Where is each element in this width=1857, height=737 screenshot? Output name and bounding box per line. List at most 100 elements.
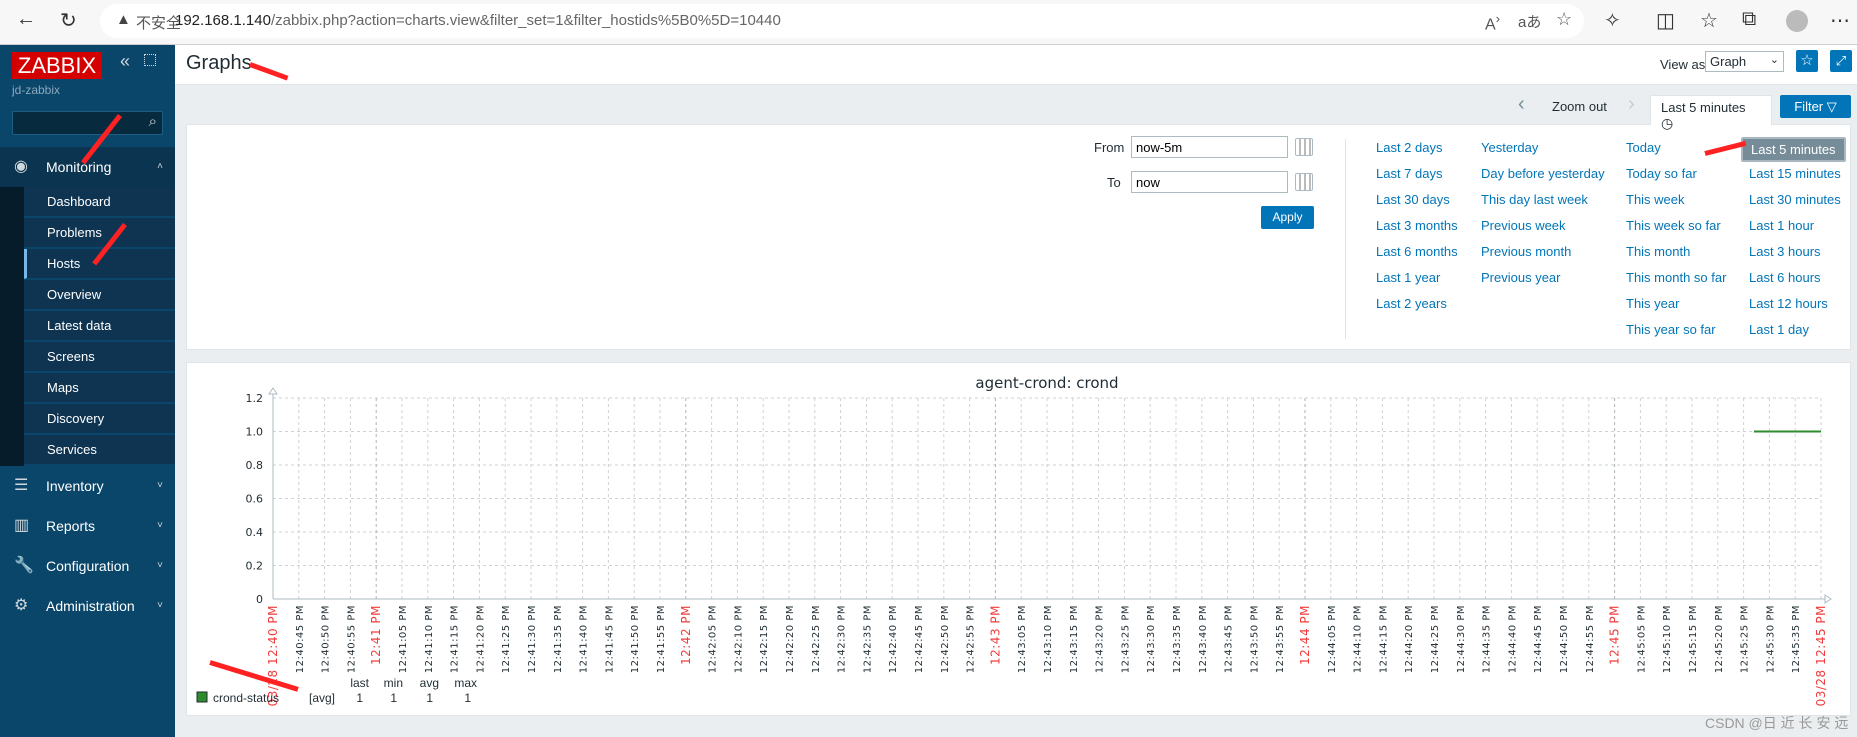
x-tick-label: 12:44:45 PM [1533, 605, 1544, 673]
y-axis-arrow [268, 387, 278, 395]
quick-range-link[interactable]: Last 6 months [1376, 244, 1458, 259]
sidebar-item-overview[interactable]: Overview [24, 280, 175, 310]
search-icon[interactable]: ⌕ [149, 113, 157, 130]
quick-range-link[interactable]: Last 3 hours [1749, 244, 1821, 259]
calendar-icon[interactable] [1295, 173, 1313, 191]
quick-range-link[interactable]: This week [1626, 192, 1685, 207]
graph-chart: agent-crond: crond 0 0.2 0.4 0.6 0.8 1.0 1.2 03/… [196, 374, 1832, 706]
graph-panel: agent-crond: crond 0 0.2 0.4 0.6 0.8 1.0 1.2 03/… [186, 362, 1851, 716]
url-text[interactable]: 192.168.1.140/zabbix.php?action=charts.v… [175, 12, 781, 29]
quick-range-link[interactable]: Today [1626, 140, 1661, 155]
legend-header: min [384, 676, 403, 690]
x-tick-label: 12:45:25 PM [1740, 605, 1751, 673]
quick-range-link[interactable]: Last 5 minutes [1741, 137, 1846, 162]
split-screen-icon[interactable]: ◫ [1656, 8, 1675, 33]
x-tick-label: 12:42 PM [679, 605, 693, 665]
sidebar-menu-configuration[interactable]: 🔧 Configuration ˅ [0, 546, 175, 586]
x-tick-label: 12:44:35 PM [1482, 605, 1493, 673]
x-tick-label: 12:44 PM [1298, 605, 1312, 665]
filter-icon: ▽ [1826, 99, 1837, 114]
x-tick-label: 12:44:20 PM [1404, 605, 1415, 673]
warning-icon: ▲ [116, 11, 131, 28]
x-tick-label: 12:40:55 PM [346, 605, 357, 673]
quick-range-link[interactable]: Today so far [1626, 166, 1697, 181]
quick-range-link[interactable]: Previous month [1481, 244, 1571, 259]
kiosk-mode-icon[interactable] [144, 54, 156, 66]
x-tick-label: 12:43:45 PM [1224, 605, 1235, 673]
quick-range-link[interactable]: Last 2 years [1376, 296, 1447, 311]
collapse-sidebar-icon[interactable]: « [120, 51, 130, 72]
quick-range-link[interactable]: Last 2 days [1376, 140, 1443, 155]
quick-range-link[interactable]: This day last week [1481, 192, 1588, 207]
sidebar-item-dashboard[interactable]: Dashboard [24, 187, 175, 217]
add-favorite-icon[interactable]: ☆ [1556, 9, 1572, 30]
tab-last-5-minutes[interactable]: Last 5 minutes ◷ [1650, 95, 1772, 131]
zoom-out-button[interactable]: Zoom out [1552, 99, 1607, 114]
quick-range-link[interactable]: This month so far [1626, 270, 1726, 285]
from-input[interactable] [1131, 136, 1288, 158]
y-tick-label: 0.8 [246, 459, 264, 472]
quick-range-link[interactable]: Last 1 day [1749, 322, 1809, 337]
x-tick-label: 12:41:55 PM [656, 605, 667, 673]
x-tick-label: 12:42:45 PM [914, 605, 925, 673]
time-back-icon[interactable]: ‹ [1518, 93, 1525, 116]
zabbix-logo[interactable]: ZABBIX [12, 52, 102, 79]
quick-range-link[interactable]: Day before yesterday [1481, 166, 1605, 181]
calendar-icon[interactable] [1295, 138, 1313, 156]
quick-range-link[interactable]: This month [1626, 244, 1690, 259]
quick-range-link[interactable]: Last 1 hour [1749, 218, 1814, 233]
translate-icon[interactable]: aあ [1518, 11, 1541, 32]
favorites-icon[interactable]: ☆ [1700, 8, 1718, 33]
time-forward-icon[interactable]: › [1628, 93, 1635, 116]
x-tick-label: 12:41 PM [369, 605, 383, 665]
sidebar-menu-administration[interactable]: ⚙ Administration ˅ [0, 586, 175, 626]
quick-range-link[interactable]: Last 30 minutes [1749, 192, 1841, 207]
watermark: CSDN @日 近 长 安 远 [1705, 715, 1849, 731]
x-tick-label: 12:45:20 PM [1714, 605, 1725, 673]
quick-range-link[interactable]: This year [1626, 296, 1679, 311]
sidebar-menu-inventory[interactable]: ☰ Inventory ˅ [0, 466, 175, 506]
legend-header: avg [420, 676, 439, 690]
quick-range-link[interactable]: This year so far [1626, 322, 1716, 337]
quick-range-link[interactable]: Last 7 days [1376, 166, 1443, 181]
submenu-gutter [0, 187, 24, 466]
quick-range-link[interactable]: Last 1 year [1376, 270, 1440, 285]
to-input[interactable] [1131, 171, 1288, 193]
address-bar[interactable]: ▲ 不安全 192.168.1.140/zabbix.php?action=ch… [100, 4, 1584, 38]
quick-range-link[interactable]: Last 3 months [1376, 218, 1458, 233]
favorite-button[interactable]: ☆ [1796, 50, 1818, 72]
chevron-down-icon: ⌄ [1769, 54, 1779, 66]
extensions-icon[interactable]: ✧ [1604, 8, 1621, 33]
quick-range-link[interactable]: Last 6 hours [1749, 270, 1821, 285]
read-aloud-icon[interactable]: A› [1485, 11, 1500, 34]
quick-range-link[interactable]: Previous week [1481, 218, 1566, 233]
x-tick-label: 12:41:50 PM [630, 605, 641, 673]
quick-range-link[interactable]: This week so far [1626, 218, 1721, 233]
view-as-select[interactable]: Graph ⌄ [1705, 51, 1784, 72]
quick-range-link[interactable]: Last 12 hours [1749, 296, 1828, 311]
view-as-label: View as [1660, 57, 1706, 72]
quick-range-link[interactable]: Yesterday [1481, 140, 1538, 155]
fullscreen-button[interactable]: ⤢ [1830, 50, 1852, 72]
x-tick-label: 12:44:40 PM [1507, 605, 1518, 673]
legend-max: 1 [464, 691, 471, 705]
sidebar-item-discovery[interactable]: Discovery [24, 404, 175, 434]
sidebar-menu-reports[interactable]: ▥ Reports ˅ [0, 506, 175, 546]
quick-range-link[interactable]: Previous year [1481, 270, 1560, 285]
quick-range-link[interactable]: Last 30 days [1376, 192, 1450, 207]
profile-icon[interactable] [1786, 10, 1808, 32]
more-icon[interactable]: ⋯ [1830, 8, 1850, 33]
sidebar-item-services[interactable]: Services [24, 435, 175, 465]
back-icon[interactable]: ← [16, 8, 36, 31]
sidebar-item-latest-data[interactable]: Latest data [24, 311, 175, 341]
reload-icon[interactable]: ↻ [60, 8, 77, 33]
filter-button[interactable]: Filter ▽ [1780, 95, 1851, 118]
collections-icon[interactable]: ⧉ [1742, 8, 1756, 31]
x-tick-label: 12:44:10 PM [1353, 605, 1364, 673]
sidebar-item-screens[interactable]: Screens [24, 342, 175, 372]
sidebar-search-input[interactable]: ⌕ [12, 111, 163, 135]
sidebar-item-problems[interactable]: Problems [24, 218, 175, 248]
apply-button[interactable]: Apply [1261, 206, 1314, 229]
quick-range-link[interactable]: Last 15 minutes [1749, 166, 1841, 181]
sidebar-item-maps[interactable]: Maps [24, 373, 175, 403]
